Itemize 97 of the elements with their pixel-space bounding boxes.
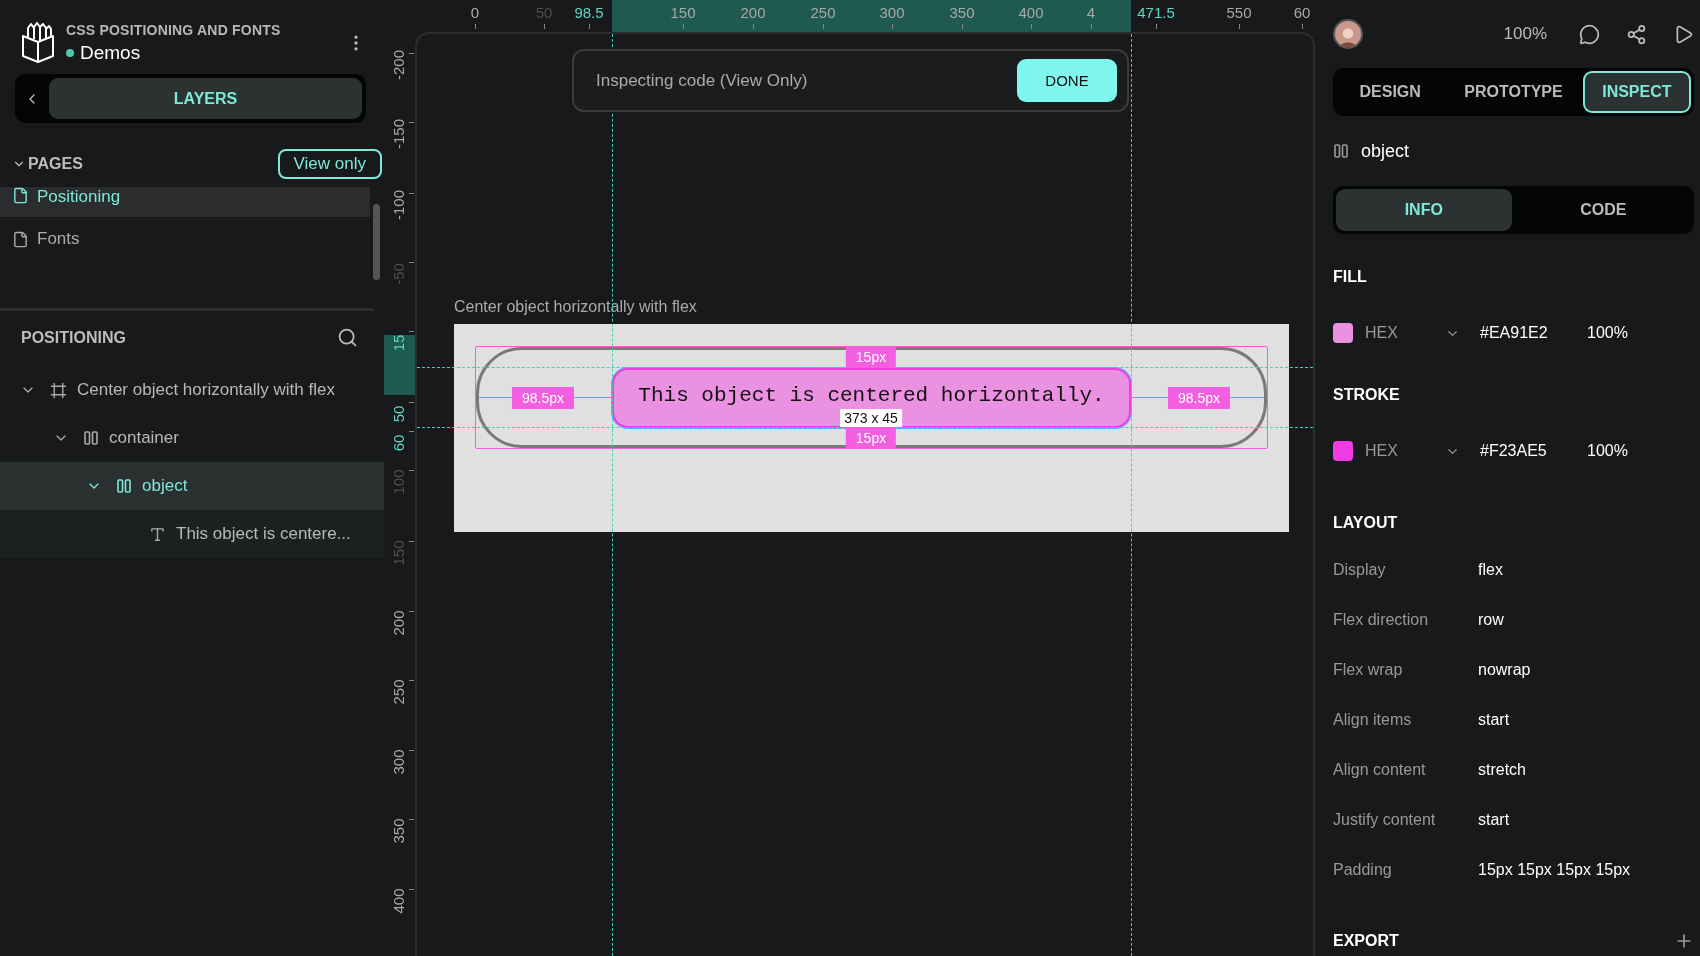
ruler-label: 60 — [1293, 4, 1311, 21]
ruler-label: 200 — [740, 4, 766, 21]
ruler-label: -200 — [389, 50, 407, 80]
file-icon — [12, 187, 29, 204]
layer-item[interactable]: This object is centere... — [0, 510, 384, 558]
project-title: CSS POSITIONING AND FONTS — [66, 22, 282, 38]
color-swatch[interactable] — [1333, 441, 1353, 461]
layers-tab[interactable]: LAYERS — [49, 78, 362, 119]
page-item[interactable]: Positioning — [0, 187, 370, 217]
property-value: stretch — [1478, 761, 1526, 779]
page-name: Positioning — [37, 187, 121, 207]
ruler-label: 0 — [470, 4, 480, 21]
property-value: flex — [1478, 561, 1503, 579]
section-title: EXPORT — [1333, 932, 1399, 950]
search-icon[interactable] — [337, 327, 358, 348]
property-value: start — [1478, 811, 1510, 829]
done-button[interactable]: DONE — [1017, 59, 1117, 102]
spacing-label: 15px — [845, 346, 897, 368]
view-only-badge: View only — [277, 149, 382, 179]
color-swatch[interactable] — [1333, 323, 1353, 343]
logo-icon — [20, 22, 56, 64]
ruler-label: 4 — [1086, 4, 1096, 21]
ruler-label: 350 — [949, 4, 975, 21]
pages-toggle[interactable]: PAGES — [12, 155, 83, 173]
zoom-level[interactable]: 100% — [1503, 24, 1547, 44]
ruler-label: 550 — [1226, 4, 1252, 21]
ruler-label: 15 — [389, 334, 407, 352]
view-tab[interactable]: CODE — [1515, 189, 1691, 231]
property-label: Flex wrap — [1333, 661, 1404, 679]
ruler-label: 60 — [389, 434, 407, 452]
layer-item[interactable]: container — [0, 414, 384, 462]
spacing-label: 15px — [845, 427, 897, 449]
ruler-label: -150 — [389, 119, 407, 149]
layer-item[interactable]: Center object horizontally with flex — [0, 366, 384, 414]
ruler-label: 98.5 — [574, 4, 604, 21]
hex-value: #EA91E2 — [1480, 324, 1549, 342]
spacing-label: 98.5px — [1168, 387, 1230, 409]
page-item[interactable]: Fonts — [0, 217, 370, 261]
board-title: Center object horizontally with flex — [454, 298, 698, 316]
panel-tab[interactable]: PROTOTYPE — [1448, 71, 1579, 113]
property-label: Padding — [1333, 861, 1393, 879]
property-value: nowrap — [1478, 661, 1531, 679]
ruler-label: 471.5 — [1137, 4, 1175, 21]
ruler-label: 250 — [389, 679, 407, 705]
comment-icon[interactable] — [1579, 23, 1600, 45]
panel-tab[interactable]: DESIGN — [1336, 71, 1445, 113]
project-name: Demos — [80, 42, 141, 64]
ruler-label: 50 — [389, 405, 407, 423]
format-label: HEX — [1365, 442, 1399, 460]
section-title: LAYOUT — [1333, 514, 1399, 532]
property-label: Justify content — [1333, 811, 1437, 829]
page-name: Fonts — [37, 229, 80, 249]
layers-title: POSITIONING — [21, 328, 126, 347]
view-tab[interactable]: INFO — [1336, 189, 1512, 231]
layer-name: object — [1361, 140, 1410, 162]
size-label: 373 x 45 — [840, 409, 902, 427]
object-text: This object is centered horizontally. — [638, 384, 1105, 407]
share-icon[interactable] — [1626, 23, 1647, 45]
ruler-label: 400 — [1018, 4, 1044, 21]
opacity-value: 100% — [1587, 324, 1629, 342]
opacity-value: 100% — [1587, 442, 1629, 460]
scrollbar[interactable] — [373, 204, 380, 280]
section-title: STROKE — [1333, 386, 1401, 404]
layer-name: container — [109, 428, 179, 448]
avatar[interactable] — [1333, 19, 1363, 49]
ruler-label: 150 — [670, 4, 696, 21]
property-label: Flex direction — [1333, 611, 1430, 629]
status-dot — [66, 49, 74, 57]
format-label: HEX — [1365, 324, 1399, 342]
panel-tab[interactable]: INSPECT — [1582, 71, 1691, 113]
property-value: 15px 15px 15px 15px — [1478, 861, 1631, 879]
frame-icon — [50, 381, 67, 399]
property-label: Display — [1333, 561, 1387, 579]
columns-icon — [83, 430, 99, 446]
ruler-label: 200 — [389, 610, 407, 636]
file-icon — [12, 230, 29, 248]
spacing-label: 98.5px — [512, 387, 574, 409]
columns-icon — [1333, 143, 1349, 159]
layer-name: Center object horizontally with flex — [77, 380, 335, 400]
ruler-label: 350 — [389, 818, 407, 844]
layer-name: object — [142, 476, 188, 496]
ruler-label: 400 — [389, 888, 407, 914]
banner-message: Inspecting code (View Only) — [596, 70, 808, 91]
section-title: FILL — [1333, 268, 1368, 286]
text-icon — [149, 525, 166, 543]
ruler-label: 300 — [879, 4, 905, 21]
hex-value: #F23AE5 — [1480, 442, 1548, 460]
layer-name: This object is centere... — [176, 524, 351, 544]
columns-icon — [116, 478, 132, 494]
ruler-label: -100 — [389, 190, 407, 220]
property-value: row — [1478, 611, 1504, 629]
property-label: Align items — [1333, 711, 1413, 729]
ruler-label: 300 — [389, 749, 407, 775]
property-label: Align content — [1333, 761, 1427, 779]
property-value: start — [1478, 711, 1510, 729]
ruler-label: 250 — [810, 4, 836, 21]
layer-item[interactable]: object — [0, 462, 384, 510]
